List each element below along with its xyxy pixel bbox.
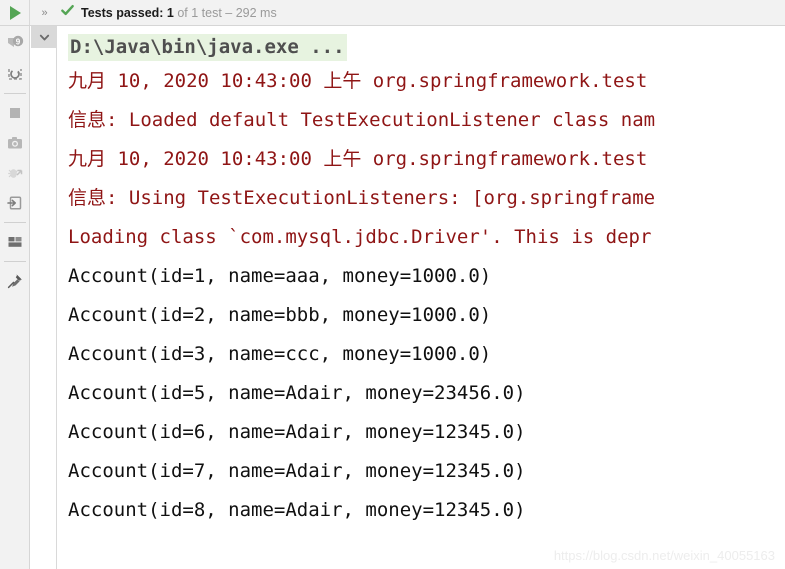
pin-icon: [7, 274, 22, 289]
command-text: D:\Java\bin\java.exe ...: [68, 34, 347, 61]
play-icon: [10, 5, 21, 20]
run-button[interactable]: [0, 0, 30, 25]
run-tool-window: » Tests passed: 1 of 1 test – 292 ms 9 D…: [0, 0, 785, 569]
console-line-stdout: Account(id=8, name=Adair, money=12345.0): [68, 499, 526, 521]
stop-square-icon: [10, 108, 20, 118]
export-results-button[interactable]: [0, 128, 30, 158]
layout-grid-icon: [8, 237, 22, 247]
toolbar-divider-3: [3, 261, 26, 262]
console-line-stdout: Account(id=3, name=ccc, money=1000.0): [68, 343, 492, 365]
console-line-stdout: Account(id=7, name=Adair, money=12345.0): [68, 460, 526, 482]
camera-icon: [8, 137, 22, 149]
console-gutter: [31, 26, 57, 569]
console-line-stdout: Account(id=5, name=Adair, money=23456.0): [68, 382, 526, 404]
console-line-stderr: 九月 10, 2020 10:43:00 上午 org.springframew…: [68, 148, 648, 170]
stop-button[interactable]: [0, 98, 30, 128]
toolbar-overflow-button[interactable]: »: [30, 7, 58, 19]
status-primary: Tests passed: 1: [81, 5, 174, 20]
console-line-stderr: 信息: Using TestExecutionListeners: [org.s…: [68, 187, 656, 209]
check-icon: [60, 3, 75, 22]
import-results-button[interactable]: [0, 188, 30, 218]
bug-arrow-icon: [8, 169, 23, 178]
chevron-down-icon: [39, 34, 49, 40]
console-line-stdout: Account(id=1, name=aaa, money=1000.0): [68, 265, 492, 287]
toolbar-divider-1: [3, 93, 26, 94]
console-output[interactable]: D:\Java\bin\java.exe ... 九月 10, 2020 10:…: [58, 27, 785, 569]
run-toolbar: 9: [0, 26, 30, 569]
test-status-bar: » Tests passed: 1 of 1 test – 292 ms: [0, 0, 785, 26]
rerun-icon: 9: [8, 35, 24, 47]
watermark: https://blog.csdn.net/weixin_40055163: [553, 548, 775, 563]
console-line-command: D:\Java\bin\java.exe ...: [58, 32, 785, 62]
console-line-stderr: Loading class `com.mysql.jdbc.Driver'. T…: [68, 226, 652, 248]
collapse-all-button[interactable]: [31, 26, 57, 48]
toolbar-divider-2: [3, 222, 26, 223]
console-line-stdout: Account(id=2, name=bbb, money=1000.0): [68, 304, 492, 326]
test-status-label: Tests passed: 1 of 1 test – 292 ms: [81, 6, 277, 20]
console-line-stdout: Account(id=6, name=Adair, money=12345.0): [68, 421, 526, 443]
status-secondary: of 1 test – 292 ms: [177, 5, 277, 20]
console-line-stderr: 信息: Loaded default TestExecutionListener…: [68, 109, 656, 131]
toggle-coverage-button[interactable]: [0, 158, 30, 188]
pin-tab-button[interactable]: [0, 266, 30, 296]
rerun-failed-tests-button[interactable]: [0, 59, 30, 89]
svg-text:9: 9: [16, 38, 21, 47]
layout-settings-button[interactable]: [0, 227, 30, 257]
rerun-failed-icon: [8, 69, 22, 80]
import-arrow-icon: [7, 196, 22, 210]
rerun-tests-button[interactable]: 9: [0, 29, 30, 59]
console-line-stderr: 九月 10, 2020 10:43:00 上午 org.springframew…: [68, 70, 648, 92]
